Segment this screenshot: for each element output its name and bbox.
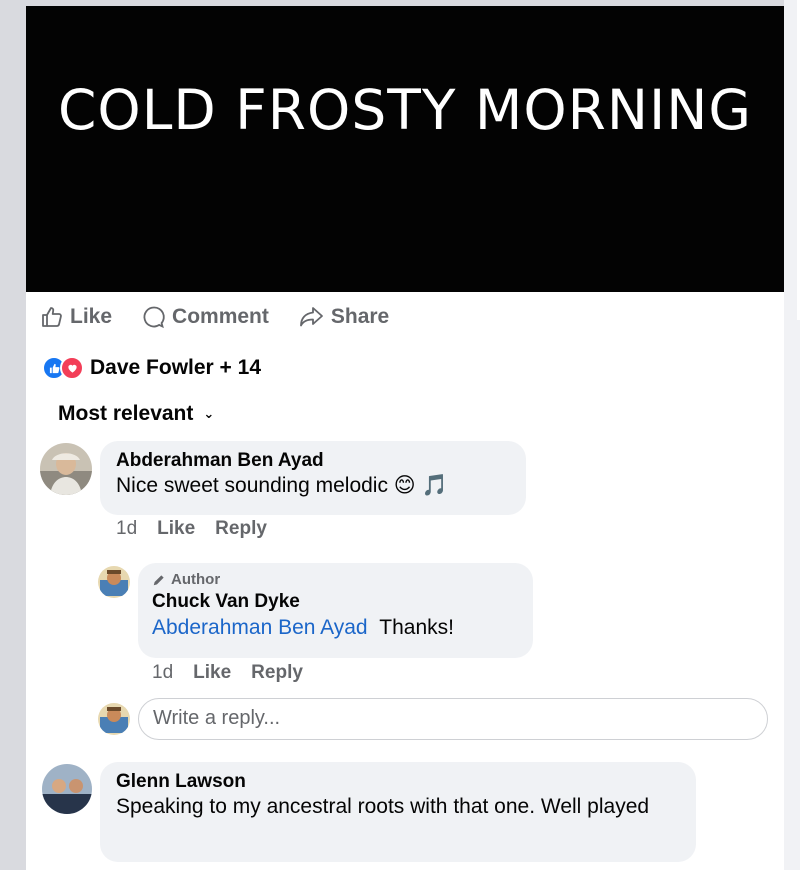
- avatar[interactable]: [98, 566, 130, 598]
- post-card: COLD FROSTY MORNING Like Comment Share D…: [26, 6, 784, 870]
- video-player[interactable]: COLD FROSTY MORNING: [26, 6, 784, 292]
- reply-text: Thanks!: [379, 616, 454, 639]
- thumbs-up-icon: [42, 307, 62, 327]
- reply-time[interactable]: 1d: [152, 662, 173, 684]
- comment-like-link[interactable]: Like: [157, 518, 195, 540]
- comment-text: Speaking to my ancestral roots with that…: [116, 795, 650, 818]
- comment-meta: 1d Like Reply: [116, 518, 267, 540]
- video-title: COLD FROSTY MORNING: [58, 78, 752, 142]
- comment-sort-dropdown[interactable]: Most relevant ⌄: [58, 402, 214, 426]
- share-label: Share: [330, 305, 390, 328]
- comment-text: Nice sweet sounding melodic 😊 🎵: [116, 474, 448, 497]
- comment-button[interactable]: Comment: [142, 305, 269, 329]
- avatar[interactable]: [42, 764, 92, 814]
- comment-reply-link[interactable]: Reply: [215, 518, 267, 540]
- share-icon: [299, 307, 323, 327]
- reply-reply-link[interactable]: Reply: [251, 662, 303, 684]
- comment-bubble: Abderahman Ben Ayad Nice sweet sounding …: [100, 441, 526, 515]
- comment-time[interactable]: 1d: [116, 518, 137, 540]
- chevron-down-icon: ⌄: [203, 406, 215, 421]
- comment-bubble: Glenn Lawson Speaking to my ancestral ro…: [100, 762, 696, 862]
- reply-like-link[interactable]: Like: [193, 662, 231, 684]
- reactions-summary[interactable]: Dave Fowler + 14: [42, 356, 261, 380]
- reply-bubble: Author Chuck Van Dyke Abderahman Ben Aya…: [138, 563, 533, 658]
- comment-label: Comment: [172, 305, 269, 328]
- post-actions: Like Comment Share: [40, 302, 419, 332]
- comment-author-name[interactable]: Abderahman Ben Ayad: [116, 450, 510, 472]
- current-user-avatar: [98, 703, 130, 735]
- share-button[interactable]: Share: [299, 305, 389, 329]
- mention-link[interactable]: Abderahman Ben Ayad: [152, 616, 368, 639]
- reply-meta: 1d Like Reply: [152, 662, 303, 684]
- comment-icon: [143, 306, 165, 329]
- author-badge: Author: [152, 571, 519, 588]
- reply-input[interactable]: Write a reply...: [138, 698, 768, 740]
- love-reaction-icon: [60, 356, 84, 380]
- comment-author-name[interactable]: Glenn Lawson: [116, 771, 680, 793]
- sort-label: Most relevant: [58, 402, 194, 425]
- like-label: Like: [70, 305, 113, 328]
- reactions-text: Dave Fowler + 14: [90, 356, 262, 379]
- pencil-icon: [153, 574, 164, 585]
- like-button[interactable]: Like: [40, 305, 112, 329]
- reply-author-name[interactable]: Chuck Van Dyke: [152, 591, 519, 613]
- avatar[interactable]: [40, 443, 92, 495]
